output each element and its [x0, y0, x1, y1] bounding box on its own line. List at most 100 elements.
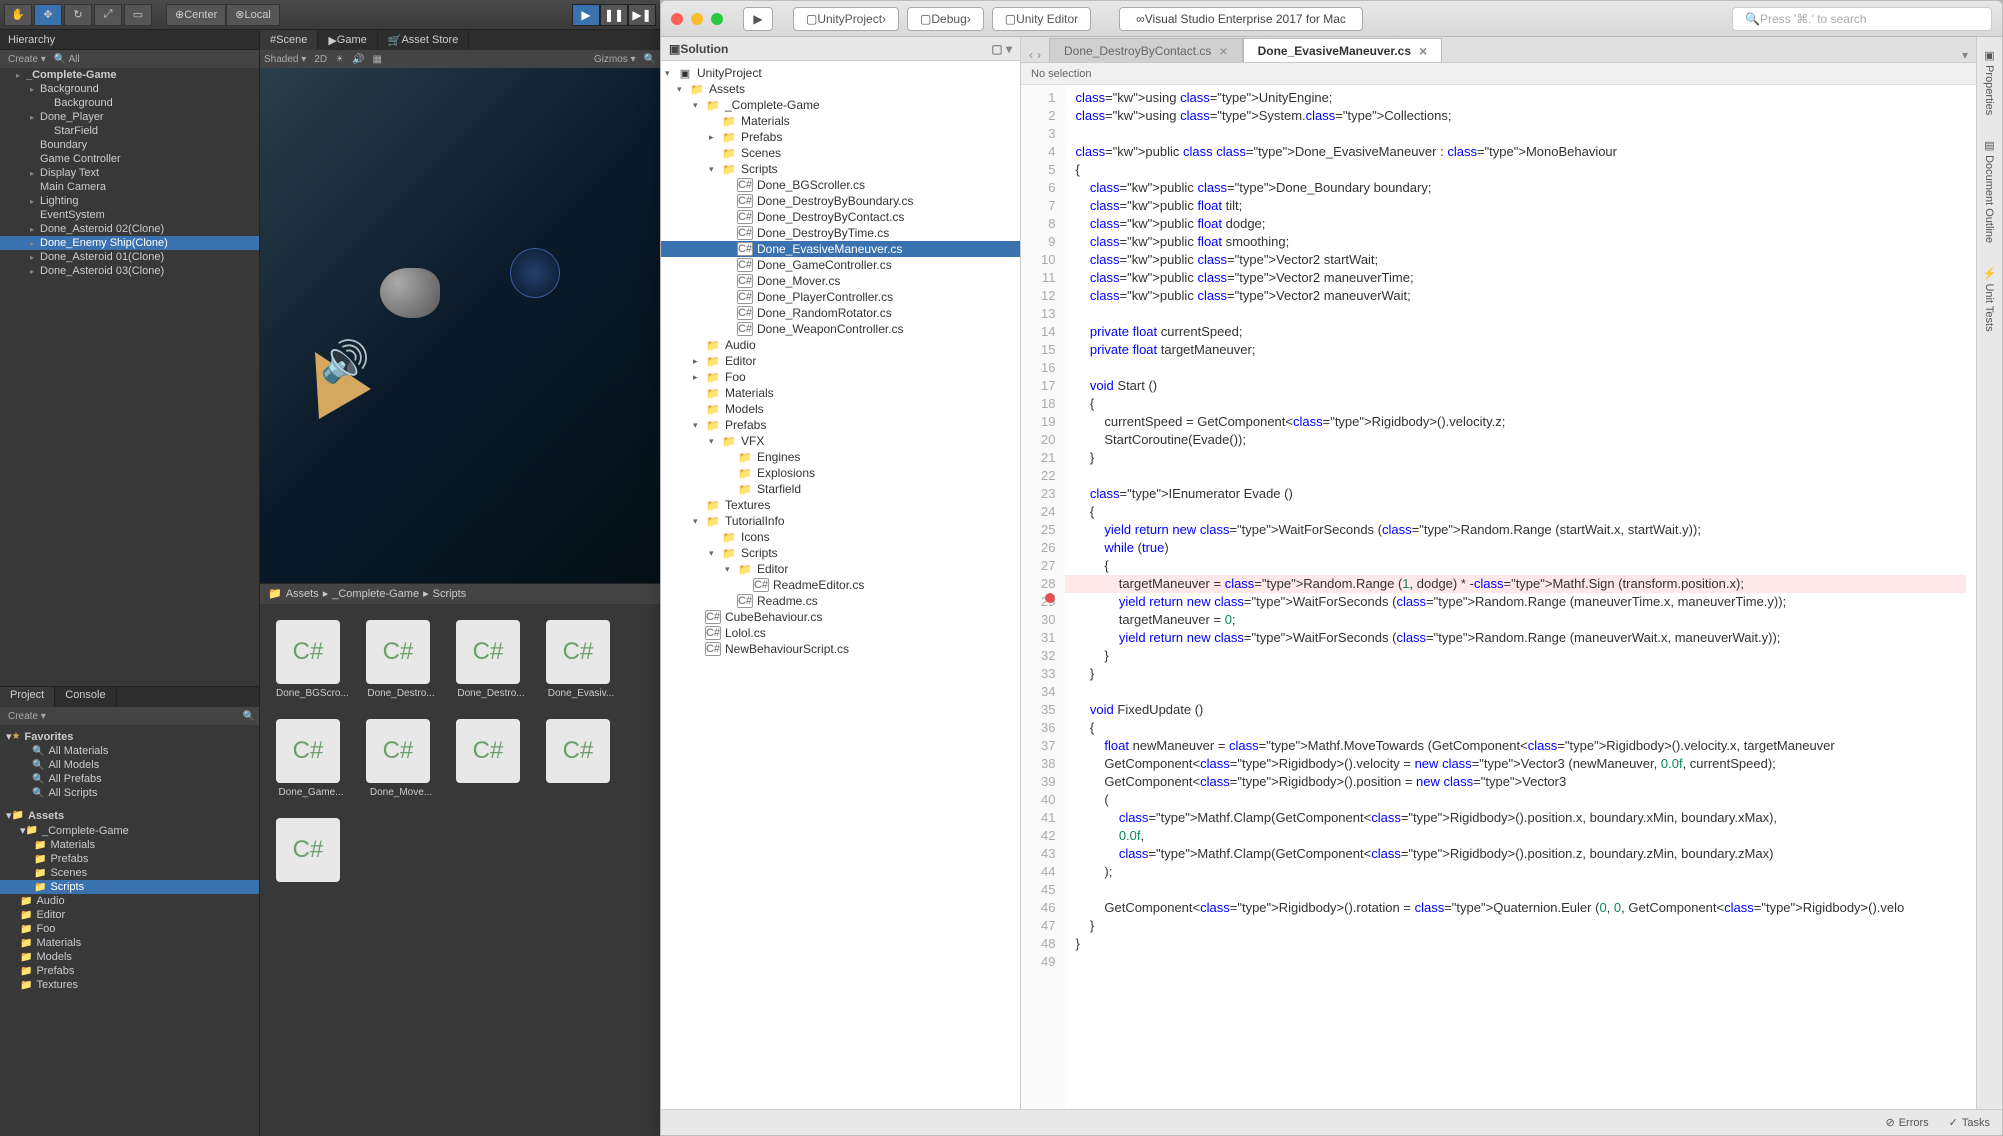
solution-tree-item[interactable]: 📁Textures: [661, 497, 1020, 513]
target-device-dropdown[interactable]: ▢ Unity Editor: [992, 7, 1091, 31]
line-gutter[interactable]: 1234567891011121314151617181920212223242…: [1021, 85, 1065, 1109]
solution-tree-item[interactable]: 📁Scenes: [661, 145, 1020, 161]
close-tab-icon[interactable]: ×: [1219, 43, 1227, 59]
hierarchy-item[interactable]: Main Camera: [0, 180, 259, 194]
asset-item[interactable]: C#Done_Destro...: [366, 620, 436, 699]
solution-tree-item[interactable]: C#Done_DestroyByBoundary.cs: [661, 193, 1020, 209]
favorite-item[interactable]: 🔍All Prefabs: [0, 772, 259, 786]
project-tab[interactable]: Project: [0, 687, 55, 707]
solution-tree-item[interactable]: ▾📁_Complete-Game: [661, 97, 1020, 113]
asset-item[interactable]: C#: [546, 719, 616, 798]
solution-tree-item[interactable]: 📁Materials: [661, 113, 1020, 129]
asset-item[interactable]: C#: [276, 818, 346, 886]
hierarchy-item[interactable]: ▸Done_Enemy Ship(Clone): [0, 236, 259, 250]
step-button[interactable]: ▶❚: [628, 4, 656, 26]
vs-run-button[interactable]: ▶: [743, 7, 773, 31]
pause-button[interactable]: ❚❚: [600, 4, 628, 26]
solution-tree-item[interactable]: C#Done_RandomRotator.cs: [661, 305, 1020, 321]
favorite-item[interactable]: 🔍All Models: [0, 758, 259, 772]
gizmos-dropdown[interactable]: Gizmos ▾: [594, 54, 636, 65]
enemy-ship-object[interactable]: [510, 248, 560, 298]
solution-tree-item[interactable]: ▾📁VFX: [661, 433, 1020, 449]
solution-tree-item[interactable]: ▸📁Prefabs: [661, 129, 1020, 145]
hierarchy-item[interactable]: ▸Display Text: [0, 166, 259, 180]
editor-tab-evasivemaneuver[interactable]: Done_EvasiveManeuver.cs×: [1243, 38, 1443, 62]
project-tree-item[interactable]: 📁Audio: [0, 894, 259, 908]
solution-tree-item[interactable]: C#Done_PlayerController.cs: [661, 289, 1020, 305]
solution-tree-item[interactable]: C#Lolol.cs: [661, 625, 1020, 641]
errors-status[interactable]: ⊘ Errors: [1885, 1116, 1928, 1129]
scale-tool[interactable]: ⤢: [94, 4, 122, 26]
solution-tree-item[interactable]: 📁Models: [661, 401, 1020, 417]
document-outline-tab[interactable]: ▤ Document Outline: [1981, 135, 1998, 247]
solution-tree-item[interactable]: C#Done_WeaponController.cs: [661, 321, 1020, 337]
favorite-item[interactable]: 🔍All Materials: [0, 744, 259, 758]
properties-tab[interactable]: ▣ Properties: [1981, 45, 1998, 119]
solution-tree-item[interactable]: ▾📁Scripts: [661, 545, 1020, 561]
asset-item[interactable]: C#: [456, 719, 526, 798]
hierarchy-item[interactable]: ▸Lighting: [0, 194, 259, 208]
solution-tree-item[interactable]: 📁Explosions: [661, 465, 1020, 481]
asset-item[interactable]: C#Done_Game...: [276, 719, 346, 798]
solution-tree-item[interactable]: C#ReadmeEditor.cs: [661, 577, 1020, 593]
2d-toggle[interactable]: 2D: [314, 54, 327, 65]
hierarchy-item[interactable]: ▸Done_Player: [0, 110, 259, 124]
hierarchy-item[interactable]: EventSystem: [0, 208, 259, 222]
solution-tree-item[interactable]: C#Readme.cs: [661, 593, 1020, 609]
scene-tab[interactable]: # Scene: [260, 30, 318, 50]
editor-tab-destroybycontact[interactable]: Done_DestroyByContact.cs×: [1049, 38, 1243, 62]
console-tab[interactable]: Console: [55, 687, 116, 707]
project-tree-item[interactable]: 📁Textures: [0, 978, 259, 992]
shading-mode-dropdown[interactable]: Shaded ▾: [264, 54, 306, 65]
solution-tree-item[interactable]: ▾📁Editor: [661, 561, 1020, 577]
pivot-center-button[interactable]: ⊕ Center: [166, 4, 226, 26]
scene-view[interactable]: 🔊: [260, 68, 660, 583]
hierarchy-item[interactable]: ▸_Complete-Game: [0, 68, 259, 82]
project-tree-item[interactable]: 📁Foo: [0, 922, 259, 936]
target-project-dropdown[interactable]: ▢ UnityProject ›: [793, 7, 899, 31]
hierarchy-search[interactable]: 🔍 All: [50, 54, 84, 65]
asteroid-object[interactable]: [380, 268, 440, 318]
project-tree-item[interactable]: 📁Materials: [0, 838, 259, 852]
asset-item[interactable]: C#Done_Destro...: [456, 620, 526, 699]
project-tree-item[interactable]: 📁Scripts: [0, 880, 259, 894]
rect-tool[interactable]: ▭: [124, 4, 152, 26]
hierarchy-item[interactable]: Game Controller: [0, 152, 259, 166]
asset-item[interactable]: C#Done_Move...: [366, 719, 436, 798]
close-window-button[interactable]: [671, 13, 683, 25]
assets-header[interactable]: ▾📁Assets: [0, 808, 259, 823]
favorites-header[interactable]: ▾★Favorites: [0, 729, 259, 744]
code-content[interactable]: class="kw">using class="type">UnityEngin…: [1065, 85, 1976, 1109]
favorite-item[interactable]: 🔍All Scripts: [0, 786, 259, 800]
solution-tree-item[interactable]: C#Done_Mover.cs: [661, 273, 1020, 289]
project-tree-item[interactable]: 📁Models: [0, 950, 259, 964]
project-tree-item[interactable]: 📁Prefabs: [0, 964, 259, 978]
hierarchy-item[interactable]: ▸Background: [0, 82, 259, 96]
solution-tree-item[interactable]: C#Done_BGScroller.cs: [661, 177, 1020, 193]
solution-tree-item[interactable]: 📁Engines: [661, 449, 1020, 465]
solution-tree-item[interactable]: 📁Materials: [661, 385, 1020, 401]
nav-forward-icon[interactable]: ›: [1037, 48, 1041, 62]
solution-tree-item[interactable]: ▾▣UnityProject: [661, 65, 1020, 81]
hierarchy-create-dropdown[interactable]: Create ▾: [4, 54, 50, 65]
hierarchy-tab[interactable]: Hierarchy: [0, 30, 259, 50]
target-config-dropdown[interactable]: ▢ Debug ›: [907, 7, 984, 31]
game-tab[interactable]: ▶ Game: [318, 30, 377, 50]
solution-tree-item[interactable]: ▾📁Prefabs: [661, 417, 1020, 433]
solution-tree-item[interactable]: C#Done_DestroyByContact.cs: [661, 209, 1020, 225]
play-button[interactable]: ▶: [572, 4, 600, 26]
hierarchy-item[interactable]: StarField: [0, 124, 259, 138]
asset-store-tab[interactable]: 🛒 Asset Store: [378, 30, 470, 50]
solution-tree-item[interactable]: 📁Audio: [661, 337, 1020, 353]
pivot-local-button[interactable]: ⊗ Local: [226, 4, 280, 26]
code-breadcrumb[interactable]: No selection: [1021, 63, 1976, 85]
unit-tests-tab[interactable]: ⚡ Unit Tests: [1981, 263, 1998, 336]
minimize-window-button[interactable]: [691, 13, 703, 25]
move-tool[interactable]: ✥: [34, 4, 62, 26]
project-tree-item[interactable]: 📁Scenes: [0, 866, 259, 880]
global-search-input[interactable]: 🔍 Press '⌘.' to search: [1732, 7, 1992, 31]
solution-tree-item[interactable]: 📁Icons: [661, 529, 1020, 545]
asset-item[interactable]: C#Done_BGScro...: [276, 620, 346, 699]
hierarchy-item[interactable]: ▸Done_Asteroid 01(Clone): [0, 250, 259, 264]
hand-tool[interactable]: ✋: [4, 4, 32, 26]
